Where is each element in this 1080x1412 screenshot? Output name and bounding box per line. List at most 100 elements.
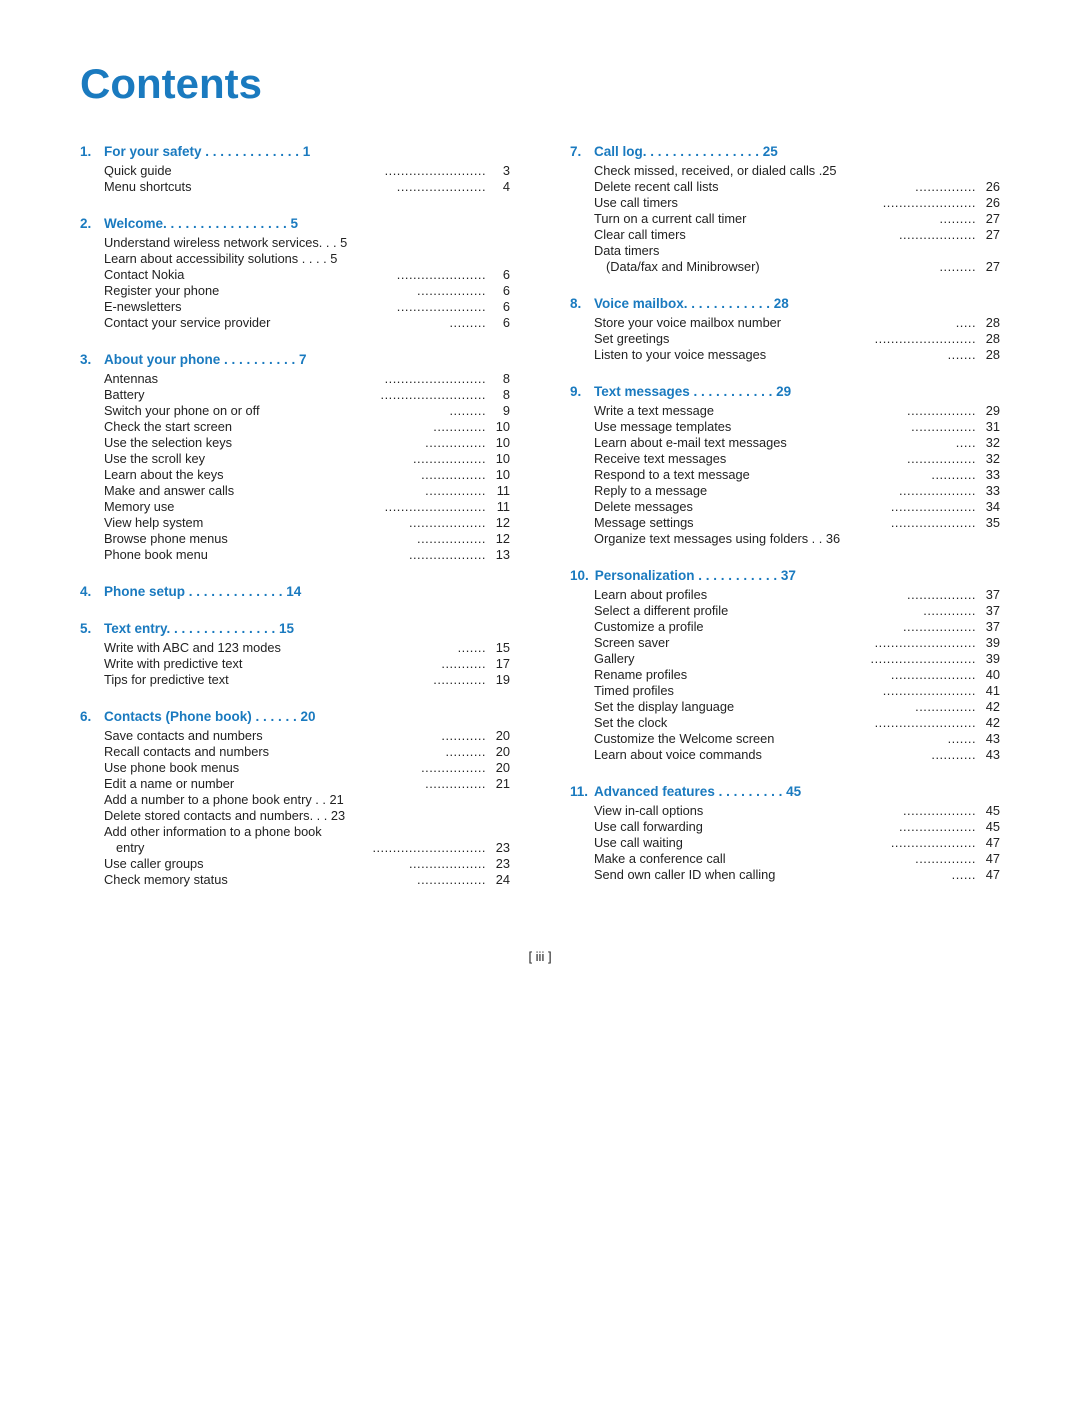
entry-text: Learn about e-mail text messages	[594, 435, 956, 450]
toc-entry: Rename profiles.....................40	[594, 667, 1000, 682]
entry-text: Quick guide	[104, 163, 385, 178]
toc-entry: Save contacts and numbers...........20	[104, 728, 510, 743]
entry-dots: ..........	[445, 744, 486, 759]
entry-page: 29	[976, 403, 1000, 418]
entry-page: 31	[976, 419, 1000, 434]
toc-entry: Data timers	[594, 243, 1000, 258]
entry-page: 47	[976, 835, 1000, 850]
entry-page: 6	[486, 299, 510, 314]
entry-dots: ..........................	[871, 651, 976, 666]
toc-entry: Listen to your voice messages.......28	[594, 347, 1000, 362]
entry-text: View in-call options	[594, 803, 903, 818]
toc-entry: Use call forwarding...................45	[594, 819, 1000, 834]
entry-text: Listen to your voice messages	[594, 347, 948, 362]
entry-page: 21	[486, 776, 510, 791]
entry-dots: .......	[948, 731, 976, 746]
entry-page: 28	[976, 315, 1000, 330]
entry-text: Add other information to a phone book	[104, 824, 510, 839]
entry-page: 23	[486, 840, 510, 855]
entry-page: 10	[486, 467, 510, 482]
entry-text: Set the display language	[594, 699, 915, 714]
entry-dots: .........................	[385, 371, 486, 386]
entry-page: 32	[976, 435, 1000, 450]
entry-text: Add a number to a phone book entry . . 2…	[104, 792, 510, 807]
toc-entry: Set greetings.........................28	[594, 331, 1000, 346]
entry-dots: .........................	[875, 715, 976, 730]
entry-page: 20	[486, 744, 510, 759]
entry-page: 10	[486, 419, 510, 434]
entry-dots: .......	[948, 347, 976, 362]
entry-page: 24	[486, 872, 510, 887]
section-number: 1.	[80, 144, 98, 159]
section-title: Text entry. . . . . . . . . . . . . . . …	[104, 621, 294, 636]
entry-page: 43	[976, 731, 1000, 746]
toc-entry: Set the display language...............4…	[594, 699, 1000, 714]
entry-dots: ...............	[915, 699, 976, 714]
entry-dots: ................	[911, 419, 976, 434]
entry-text: Use phone book menus	[104, 760, 421, 775]
section-title: Personalization . . . . . . . . . . . 37	[595, 568, 796, 583]
entry-dots: .....	[956, 315, 976, 330]
entry-dots: .......	[458, 640, 486, 655]
section-number: 11.	[570, 784, 588, 799]
toc-entry: Message settings.....................35	[594, 515, 1000, 530]
toc-entry: Store your voice mailbox number.....28	[594, 315, 1000, 330]
entry-text: Register your phone	[104, 283, 417, 298]
toc-entry: Write with predictive text...........17	[104, 656, 510, 671]
toc-entry: Battery..........................8	[104, 387, 510, 402]
entry-page: 47	[976, 851, 1000, 866]
entry-page: 43	[976, 747, 1000, 762]
toc-entry: Send own caller ID when calling......47	[594, 867, 1000, 882]
entry-page: 26	[976, 179, 1000, 194]
toc-entry: Learn about voice commands...........43	[594, 747, 1000, 762]
toc-entry: Add other information to a phone book	[104, 824, 510, 839]
toc-entry: Contact Nokia......................6	[104, 267, 510, 282]
entry-text: Check the start screen	[104, 419, 433, 434]
entry-dots: ...............	[915, 851, 976, 866]
entry-dots: ................	[421, 467, 486, 482]
entry-text: Delete recent call lists	[594, 179, 915, 194]
entry-text: Check missed, received, or dialed calls …	[594, 163, 1000, 178]
entry-dots: ...............	[425, 483, 486, 498]
entry-dots: .............	[433, 672, 486, 687]
entry-text: Reply to a message	[594, 483, 899, 498]
toc-entry: Clear call timers...................27	[594, 227, 1000, 242]
toc-entry: Recall contacts and numbers..........20	[104, 744, 510, 759]
toc-entry: Select a different profile.............3…	[594, 603, 1000, 618]
toc-entry: Check memory status.................24	[104, 872, 510, 887]
entry-page: 12	[486, 531, 510, 546]
entry-dots: .................	[417, 283, 486, 298]
entry-text: Gallery	[594, 651, 871, 666]
entry-text: Make and answer calls	[104, 483, 425, 498]
entry-dots: ..................	[903, 803, 976, 818]
entry-dots: .......................	[883, 683, 976, 698]
toc-entry: Turn on a current call timer.........27	[594, 211, 1000, 226]
entry-page: 10	[486, 451, 510, 466]
entry-text: entry	[116, 840, 372, 855]
entry-dots: .................	[907, 451, 976, 466]
entry-page: 39	[976, 651, 1000, 666]
entry-dots: ...........	[441, 656, 486, 671]
entry-text: Clear call timers	[594, 227, 899, 242]
toc-entry: Respond to a text message...........33	[594, 467, 1000, 482]
section-number: 6.	[80, 709, 98, 724]
entry-text: Use the scroll key	[104, 451, 413, 466]
toc-entry: Use the scroll key..................10	[104, 451, 510, 466]
entry-text: (Data/fax and Minibrowser)	[606, 259, 940, 274]
entry-page: 37	[976, 603, 1000, 618]
right-column: 7.Call log. . . . . . . . . . . . . . . …	[570, 144, 1000, 909]
entry-text: Turn on a current call timer	[594, 211, 940, 226]
toc-entry: Tips for predictive text.............19	[104, 672, 510, 687]
toc-section: 6.Contacts (Phone book) . . . . . . 20Sa…	[80, 709, 510, 887]
toc-entry: Receive text messages.................32	[594, 451, 1000, 466]
toc-entry: Use caller groups...................23	[104, 856, 510, 871]
entry-text: E-newsletters	[104, 299, 397, 314]
entry-page: 34	[976, 499, 1000, 514]
entry-dots: ......................	[397, 267, 486, 282]
section-title: Voice mailbox. . . . . . . . . . . . 28	[594, 296, 789, 311]
entry-page: 13	[486, 547, 510, 562]
entry-text: Rename profiles	[594, 667, 891, 682]
entry-dots: ......................	[397, 179, 486, 194]
entry-dots: .........	[450, 315, 487, 330]
toc-section: 10.Personalization . . . . . . . . . . .…	[570, 568, 1000, 762]
